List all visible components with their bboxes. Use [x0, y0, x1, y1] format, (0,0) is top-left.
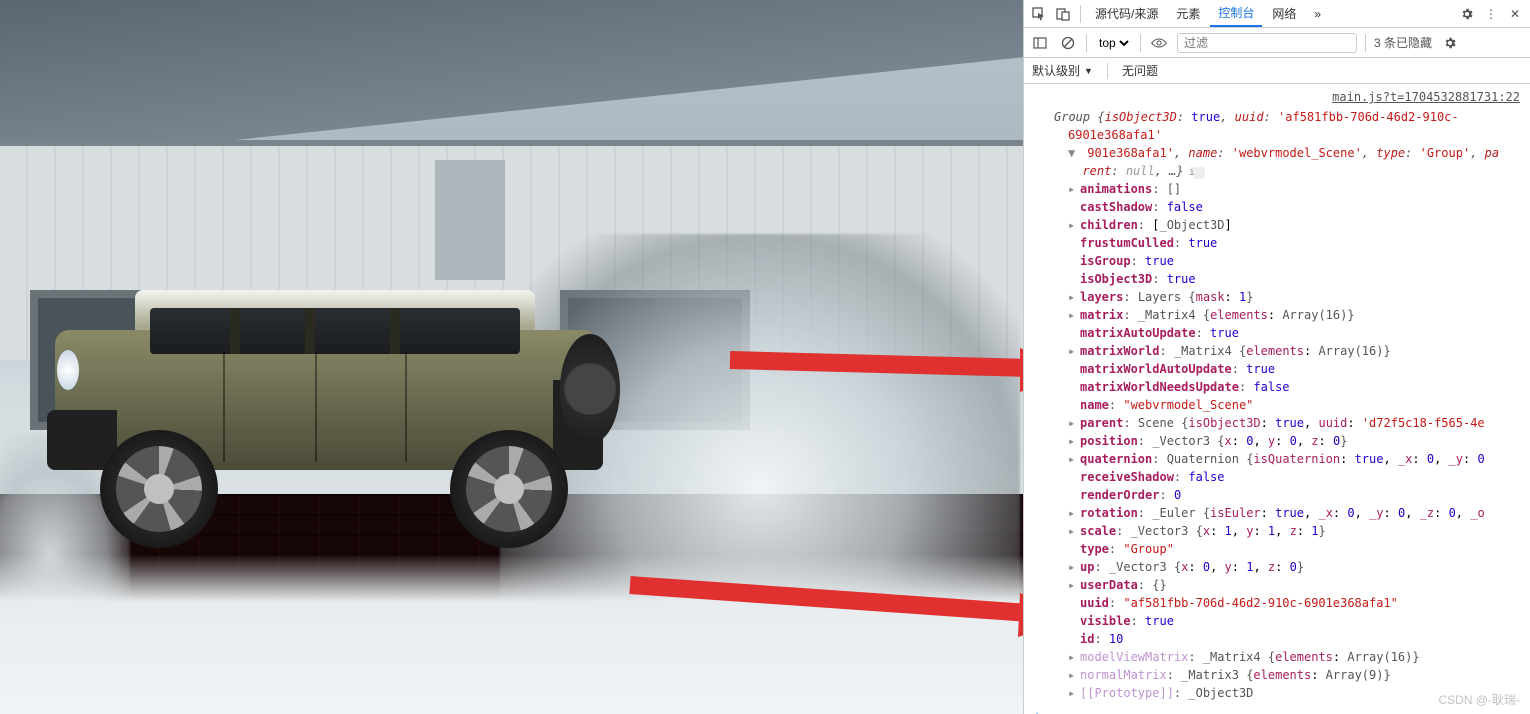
tab-elements[interactable]: 元素 [1168, 1, 1208, 26]
watermark: CSDN @-耿瑞- [1438, 691, 1520, 708]
property-row[interactable]: ▸normalMatrix: _Matrix3 {elements: Array… [1082, 666, 1530, 684]
property-row[interactable]: isGroup: true [1082, 252, 1530, 270]
sidebar-toggle-icon[interactable] [1030, 33, 1050, 53]
property-row[interactable]: receiveShadow: false [1082, 468, 1530, 486]
property-row[interactable]: isObject3D: true [1082, 270, 1530, 288]
3d-viewport[interactable] [0, 0, 1023, 714]
tab-more[interactable]: » [1306, 3, 1329, 25]
tab-console[interactable]: 控制台 [1210, 0, 1262, 27]
property-list: ▸animations: []castShadow: false▸childre… [1024, 180, 1530, 702]
settings-icon[interactable] [1456, 3, 1478, 25]
property-row[interactable]: ▸layers: Layers {mask: 1} [1082, 288, 1530, 306]
property-row[interactable]: ▸parent: Scene {isObject3D: true, uuid: … [1082, 414, 1530, 432]
no-issues-label: 无问题 [1122, 62, 1158, 79]
tab-network[interactable]: 网络 [1264, 1, 1304, 26]
tab-sources[interactable]: 源代码/来源 [1087, 1, 1166, 26]
property-row[interactable]: matrixWorldAutoUpdate: true [1082, 360, 1530, 378]
inspect-icon[interactable] [1028, 3, 1050, 25]
property-row[interactable]: ▸up: _Vector3 {x: 0, y: 1, z: 0} [1082, 558, 1530, 576]
property-row[interactable]: matrixWorldNeedsUpdate: false [1082, 378, 1530, 396]
devtools-tabbar: 源代码/来源 元素 控制台 网络 » ⋮ ✕ [1024, 0, 1530, 28]
property-row[interactable]: matrixAutoUpdate: true [1082, 324, 1530, 342]
annotation-arrow-id [620, 555, 1023, 658]
property-row[interactable]: ▸modelViewMatrix: _Matrix4 {elements: Ar… [1082, 648, 1530, 666]
device-toggle-icon[interactable] [1052, 3, 1074, 25]
object-summary[interactable]: Group {isObject3D: true, uuid: 'af581fbb… [1024, 108, 1530, 180]
console-output[interactable]: main.js?t=1704532881731:22 Group {isObje… [1024, 84, 1530, 714]
property-row[interactable]: visible: true [1082, 612, 1530, 630]
console-toolbar: top 3 条已隐藏 [1024, 28, 1530, 58]
property-row[interactable]: renderOrder: 0 [1082, 486, 1530, 504]
source-link[interactable]: main.js?t=1704532881731:22 [1332, 90, 1520, 104]
property-row[interactable]: ▸matrix: _Matrix4 {elements: Array(16)} [1082, 306, 1530, 324]
property-row[interactable]: ▸animations: [] [1082, 180, 1530, 198]
property-row[interactable]: ▸scale: _Vector3 {x: 1, y: 1, z: 1} [1082, 522, 1530, 540]
expand-toggle-icon[interactable]: ▼ [1068, 144, 1080, 162]
more-menu-icon[interactable]: ⋮ [1480, 3, 1502, 25]
property-row[interactable]: ▸quaternion: Quaternion {isQuaternion: t… [1082, 450, 1530, 468]
console-settings-icon[interactable] [1440, 33, 1460, 53]
property-row[interactable]: ▸rotation: _Euler {isEuler: true, _x: 0,… [1082, 504, 1530, 522]
filter-input[interactable] [1177, 33, 1357, 53]
close-devtools-icon[interactable]: ✕ [1504, 3, 1526, 25]
property-row[interactable]: ▸children: [_Object3D] [1082, 216, 1530, 234]
property-row[interactable]: ▸position: _Vector3 {x: 0, y: 0, z: 0} [1082, 432, 1530, 450]
property-row[interactable]: castShadow: false [1082, 198, 1530, 216]
property-row[interactable]: type: "Group" [1082, 540, 1530, 558]
property-row[interactable]: ▸userData: {} [1082, 576, 1530, 594]
live-expression-icon[interactable] [1149, 33, 1169, 53]
annotation-arrow-name [720, 320, 1023, 403]
log-level-selector[interactable]: 默认级别 ▼ [1032, 62, 1093, 79]
context-selector[interactable]: top [1095, 35, 1132, 51]
devtools-panel: 源代码/来源 元素 控制台 网络 » ⋮ ✕ top 3 条已隐藏 默认级别 ▼ [1023, 0, 1530, 714]
property-row[interactable]: frustumCulled: true [1082, 234, 1530, 252]
property-row[interactable]: ▸matrixWorld: _Matrix4 {elements: Array(… [1082, 342, 1530, 360]
clear-console-icon[interactable] [1058, 33, 1078, 53]
info-icon[interactable]: i [1193, 167, 1205, 179]
property-row[interactable]: uuid: "af581fbb-706d-46d2-910c-6901e368a… [1082, 594, 1530, 612]
car-model[interactable] [55, 290, 595, 550]
hidden-count: 3 条已隐藏 [1374, 34, 1432, 51]
property-row[interactable]: id: 10 [1082, 630, 1530, 648]
console-filterbar: 默认级别 ▼ 无问题 [1024, 58, 1530, 84]
property-row[interactable]: name: "webvrmodel_Scene" [1082, 396, 1530, 414]
